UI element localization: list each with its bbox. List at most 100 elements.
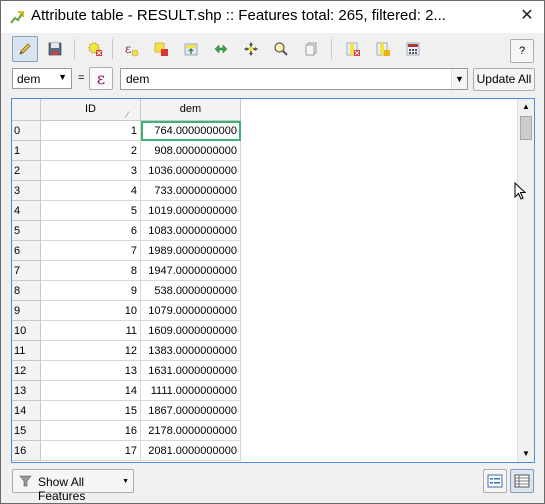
chevron-down-icon[interactable]: ▼ [451, 69, 467, 89]
cell-dem[interactable]: 908.0000000000 [141, 141, 241, 161]
table-row[interactable]: 10 11 1609.0000000000 [12, 321, 241, 341]
cell-id[interactable]: 1 [41, 121, 141, 141]
cell-dem[interactable]: 538.0000000000 [141, 281, 241, 301]
cell-dem[interactable]: 1383.0000000000 [141, 341, 241, 361]
table-row[interactable]: 3 4 733.0000000000 [12, 181, 241, 201]
cell-id[interactable]: 5 [41, 201, 141, 221]
form-view-button[interactable] [483, 469, 507, 493]
table-row[interactable]: 11 12 1383.0000000000 [12, 341, 241, 361]
new-column-button[interactable] [370, 36, 396, 62]
column-header-dem[interactable]: dem [141, 99, 241, 121]
vertical-scrollbar[interactable]: ▲ ▼ [517, 99, 534, 462]
table-row[interactable]: 4 5 1019.0000000000 [12, 201, 241, 221]
cell-id[interactable]: 15 [41, 401, 141, 421]
copy-selected-rows-button[interactable] [298, 36, 324, 62]
move-selection-top-button[interactable] [178, 36, 204, 62]
row-header[interactable]: 8 [12, 281, 41, 301]
delete-column-button[interactable] [340, 36, 366, 62]
cell-id[interactable]: 4 [41, 181, 141, 201]
scrollbar-thumb[interactable] [520, 116, 532, 140]
select-by-expression-button[interactable]: ε [118, 36, 144, 62]
cell-id[interactable]: 7 [41, 241, 141, 261]
field-select[interactable]: dem ▼ [12, 68, 72, 89]
table-row[interactable]: 5 6 1083.0000000000 [12, 221, 241, 241]
table-row[interactable]: 13 14 1111.0000000000 [12, 381, 241, 401]
row-header[interactable]: 9 [12, 301, 41, 321]
row-header[interactable]: 14 [12, 401, 41, 421]
row-header[interactable]: 1 [12, 141, 41, 161]
attribute-table[interactable]: ID ⁄ dem 0 1 764.0000000000 1 2 908.000000000… [11, 98, 535, 463]
table-row[interactable]: 1 2 908.0000000000 [12, 141, 241, 161]
row-header[interactable]: 5 [12, 221, 41, 241]
pan-to-selection-button[interactable] [238, 36, 264, 62]
row-header[interactable]: 0 [12, 121, 41, 141]
row-header[interactable]: 4 [12, 201, 41, 221]
invert-selection-button[interactable] [208, 36, 234, 62]
row-header[interactable]: 15 [12, 421, 41, 441]
help-button[interactable]: ? [510, 39, 534, 63]
toggle-editing-button[interactable] [12, 36, 38, 62]
cell-dem[interactable]: 1609.0000000000 [141, 321, 241, 341]
table-row[interactable]: 15 16 2178.0000000000 [12, 421, 241, 441]
delete-features-button[interactable] [82, 36, 108, 62]
cell-dem[interactable]: 2178.0000000000 [141, 421, 241, 441]
table-row[interactable]: 14 15 1867.0000000000 [12, 401, 241, 421]
column-header-id[interactable]: ID ⁄ [41, 99, 141, 121]
column-header-label: dem [179, 103, 202, 115]
row-header[interactable]: 2 [12, 161, 41, 181]
row-header[interactable]: 7 [12, 261, 41, 281]
cell-dem[interactable]: 2081.0000000000 [141, 441, 241, 461]
cell-id[interactable]: 13 [41, 361, 141, 381]
cell-id[interactable]: 9 [41, 281, 141, 301]
cell-id[interactable]: 8 [41, 261, 141, 281]
row-header[interactable]: 11 [12, 341, 41, 361]
cell-id[interactable]: 12 [41, 341, 141, 361]
row-header[interactable]: 3 [12, 181, 41, 201]
cell-id[interactable]: 10 [41, 301, 141, 321]
deselect-all-button[interactable] [148, 36, 174, 62]
row-header[interactable]: 10 [12, 321, 41, 341]
row-header[interactable]: 16 [12, 441, 41, 461]
table-row[interactable]: 12 13 1631.0000000000 [12, 361, 241, 381]
save-edits-button[interactable] [42, 36, 68, 62]
row-header[interactable]: 6 [12, 241, 41, 261]
form-view-icon [487, 474, 503, 488]
cell-dem[interactable]: 1947.0000000000 [141, 261, 241, 281]
table-view-button[interactable] [510, 469, 534, 493]
cell-dem[interactable]: 1083.0000000000 [141, 221, 241, 241]
cell-id[interactable]: 3 [41, 161, 141, 181]
cell-dem[interactable]: 1111.0000000000 [141, 381, 241, 401]
table-row[interactable]: 9 10 1079.0000000000 [12, 301, 241, 321]
scroll-down-icon[interactable]: ▼ [519, 447, 533, 461]
expression-input[interactable]: dem ▼ [120, 68, 468, 90]
cell-dem[interactable]: 1079.0000000000 [141, 301, 241, 321]
cell-id[interactable]: 14 [41, 381, 141, 401]
zoom-to-selection-button[interactable] [268, 36, 294, 62]
show-all-features-button[interactable]: Show All Features ▼ [12, 469, 134, 503]
cell-dem[interactable]: 1989.0000000000 [141, 241, 241, 261]
table-row[interactable]: 7 8 1947.0000000000 [12, 261, 241, 281]
cell-dem-selected[interactable]: 764.0000000000 [141, 121, 241, 141]
table-row[interactable]: 8 9 538.0000000000 [12, 281, 241, 301]
cell-id[interactable]: 2 [41, 141, 141, 161]
table-row[interactable]: 16 17 2081.0000000000 [12, 441, 241, 461]
field-calculator-button[interactable] [400, 36, 426, 62]
table-row[interactable]: 2 3 1036.0000000000 [12, 161, 241, 181]
update-all-button[interactable]: Update All [473, 68, 535, 91]
cell-dem[interactable]: 1019.0000000000 [141, 201, 241, 221]
close-window-button[interactable]: ✕ [517, 7, 537, 25]
cell-dem[interactable]: 733.0000000000 [141, 181, 241, 201]
cell-dem[interactable]: 1036.0000000000 [141, 161, 241, 181]
cell-dem[interactable]: 1631.0000000000 [141, 361, 241, 381]
scroll-up-icon[interactable]: ▲ [519, 100, 533, 114]
expression-builder-button[interactable]: ε [89, 67, 113, 90]
table-row[interactable]: 6 7 1989.0000000000 [12, 241, 241, 261]
cell-id[interactable]: 17 [41, 441, 141, 461]
cell-id[interactable]: 16 [41, 421, 141, 441]
row-header[interactable]: 13 [12, 381, 41, 401]
cell-id[interactable]: 11 [41, 321, 141, 341]
table-row[interactable]: 0 1 764.0000000000 [12, 121, 241, 141]
row-header[interactable]: 12 [12, 361, 41, 381]
cell-dem[interactable]: 1867.0000000000 [141, 401, 241, 421]
cell-id[interactable]: 6 [41, 221, 141, 241]
